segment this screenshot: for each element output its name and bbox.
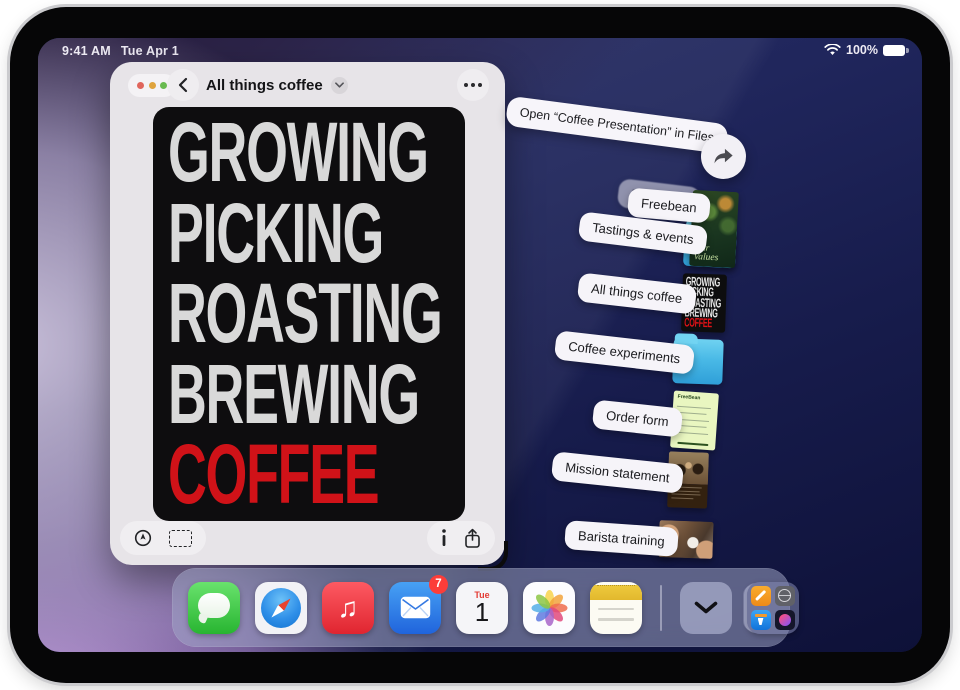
mail-badge: 7 [429, 575, 448, 594]
dock-app-safari[interactable] [255, 582, 307, 634]
more-options-button[interactable] [457, 69, 489, 101]
form-footer-line [677, 442, 709, 446]
window-toolbar-left [120, 521, 206, 555]
keynote-icon [751, 610, 771, 630]
dock-divider [660, 585, 662, 631]
music-note-icon: ♫ [338, 594, 359, 622]
dock-app-notes[interactable] [590, 582, 642, 634]
markup-icon[interactable] [134, 529, 152, 547]
poster-line: GROWING [168, 112, 358, 193]
window-title-row: All things coffee [206, 62, 348, 108]
poster-line: BREWING [168, 354, 358, 435]
ellipsis-icon [464, 83, 468, 87]
dock-app-photos[interactable] [523, 582, 575, 634]
dock-app-calendar[interactable]: Tue 1 [456, 582, 508, 634]
chevron-down-icon [335, 82, 344, 88]
calendar-day: 1 [456, 600, 508, 625]
dock-app-music[interactable]: ♫ [322, 582, 374, 634]
globe-icon [775, 586, 795, 606]
envelope-icon [400, 596, 431, 619]
crop-icon[interactable] [169, 530, 192, 547]
poster-line-accent: COFFEE [168, 434, 358, 515]
back-button[interactable] [167, 69, 199, 101]
chevron-down-icon [694, 601, 718, 614]
status-bar-right: 100% [824, 43, 905, 57]
notes-header [590, 585, 642, 600]
dock-chevron-button[interactable] [680, 582, 732, 634]
dock-app-messages[interactable] [188, 582, 240, 634]
ipad-device-frame: 9:41 AM Tue Apr 1 100% [10, 7, 950, 683]
status-bar-left: 9:41 AM Tue Apr 1 [62, 44, 179, 58]
pages-icon [751, 586, 771, 606]
wifi-icon [824, 44, 841, 56]
status-date: Tue Apr 1 [121, 44, 179, 58]
ipad-screen: 9:41 AM Tue Apr 1 100% [38, 38, 922, 652]
form-title: FreeBean [677, 394, 714, 403]
coffee-poster-preview: GROWING PICKING ROASTING BREWING COFFEE [153, 107, 465, 521]
forward-arrow-icon [712, 147, 735, 166]
fullscreen-button[interactable] [160, 82, 167, 89]
screenshot-page: 9:41 AM Tue Apr 1 100% [0, 0, 960, 690]
shortcuts-icon [775, 610, 795, 630]
forward-share-button[interactable] [701, 134, 746, 179]
quicklook-window: All things coffee GROWING PICKING ROA [110, 62, 505, 565]
window-title: All things coffee [206, 77, 323, 94]
chevron-left-icon [178, 77, 188, 93]
battery-percent: 100% [846, 43, 878, 57]
title-menu-button[interactable] [331, 77, 348, 94]
status-time: 9:41 AM [62, 44, 111, 58]
poster-line: ROASTING [168, 273, 358, 354]
close-button[interactable] [137, 82, 144, 89]
info-icon[interactable] [441, 529, 447, 547]
dock-app-mail[interactable]: 7 [389, 582, 441, 634]
minimize-button[interactable] [149, 82, 156, 89]
poster-line: PICKING [168, 193, 358, 274]
dock-app-stack[interactable] [747, 582, 799, 634]
battery-icon [883, 45, 905, 56]
dock: ♫ 7 Tue 1 [172, 568, 790, 647]
